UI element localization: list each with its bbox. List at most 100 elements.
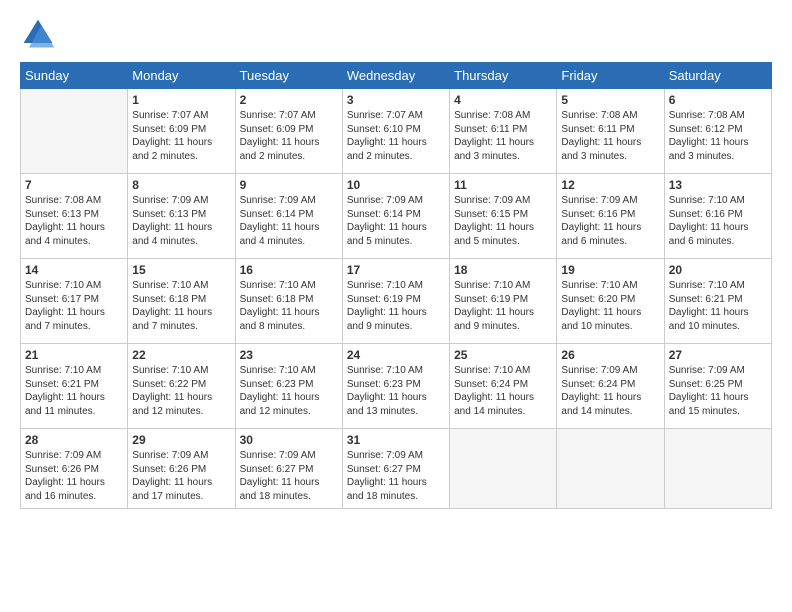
day-info: Sunrise: 7:10 AM Sunset: 6:17 PM Dayligh… xyxy=(25,279,123,333)
day-info: Sunrise: 7:10 AM Sunset: 6:19 PM Dayligh… xyxy=(347,279,445,333)
calendar-cell: 12Sunrise: 7:09 AM Sunset: 6:16 PM Dayli… xyxy=(557,174,664,259)
calendar-cell: 14 Sunrise: 7:10 AM Sunset: 6:17 PM Dayli… xyxy=(21,259,128,344)
calendar-cell xyxy=(450,429,557,509)
day-info: Sunrise: 7:09 AM Sunset: 6:15 PM Dayligh… xyxy=(454,194,552,248)
day-number: 5 xyxy=(561,93,659,107)
calendar-day-header: Saturday xyxy=(664,63,771,89)
calendar-table: SundayMondayTuesdayWednesdayThursdayFrid… xyxy=(20,62,772,509)
day-number: 4 xyxy=(454,93,552,107)
calendar-cell: 1 Sunrise: 7:07 AM Sunset: 6:09 PM Daylig… xyxy=(128,89,235,174)
day-number: 28 xyxy=(25,433,123,447)
day-info: Sunrise: 7:09 AM Sunset: 6:26 PM Dayligh… xyxy=(132,449,230,503)
day-number: 25 xyxy=(454,348,552,362)
calendar-day-header: Tuesday xyxy=(235,63,342,89)
calendar-cell: 29 Sunrise: 7:09 AM Sunset: 6:26 PM Dayli… xyxy=(128,429,235,509)
calendar-cell: 27 Sunrise: 7:09 AM Sunset: 6:25 PM Dayli… xyxy=(664,344,771,429)
day-info: Sunrise: 7:09 AM Sunset: 6:27 PM Dayligh… xyxy=(240,449,338,503)
day-info: Sunrise: 7:10 AM Sunset: 6:19 PM Dayligh… xyxy=(454,279,552,333)
logo xyxy=(20,16,62,52)
day-number: 16 xyxy=(240,263,338,277)
calendar-day-header: Wednesday xyxy=(342,63,449,89)
calendar-week-row: 14 Sunrise: 7:10 AM Sunset: 6:17 PM Dayli… xyxy=(21,259,772,344)
day-number: 13 xyxy=(669,178,767,192)
calendar-cell: 11 Sunrise: 7:09 AM Sunset: 6:15 PM Dayli… xyxy=(450,174,557,259)
calendar-cell xyxy=(664,429,771,509)
day-number: 9 xyxy=(240,178,338,192)
calendar-week-row: 7 Sunrise: 7:08 AM Sunset: 6:13 PM Daylig… xyxy=(21,174,772,259)
day-info: Sunrise: 7:08 AM Sunset: 6:12 PM Dayligh… xyxy=(669,109,767,163)
day-info: Sunrise: 7:07 AM Sunset: 6:09 PM Dayligh… xyxy=(132,109,230,163)
day-number: 26 xyxy=(561,348,659,362)
calendar-cell: 18 Sunrise: 7:10 AM Sunset: 6:19 PM Dayli… xyxy=(450,259,557,344)
day-info: Sunrise: 7:09 AM Sunset: 6:27 PM Dayligh… xyxy=(347,449,445,503)
day-number: 17 xyxy=(347,263,445,277)
calendar-week-row: 28 Sunrise: 7:09 AM Sunset: 6:26 PM Dayli… xyxy=(21,429,772,509)
day-number: 8 xyxy=(132,178,230,192)
calendar-cell: 31 Sunrise: 7:09 AM Sunset: 6:27 PM Dayli… xyxy=(342,429,449,509)
calendar-cell: 22 Sunrise: 7:10 AM Sunset: 6:22 PM Dayli… xyxy=(128,344,235,429)
day-info: Sunrise: 7:10 AM Sunset: 6:20 PM Dayligh… xyxy=(561,279,659,333)
page: SundayMondayTuesdayWednesdayThursdayFrid… xyxy=(0,0,792,519)
calendar-cell: 28 Sunrise: 7:09 AM Sunset: 6:26 PM Dayli… xyxy=(21,429,128,509)
day-number: 31 xyxy=(347,433,445,447)
day-number: 21 xyxy=(25,348,123,362)
day-number: 10 xyxy=(347,178,445,192)
calendar-cell: 19 Sunrise: 7:10 AM Sunset: 6:20 PM Dayli… xyxy=(557,259,664,344)
calendar-cell: 15Sunrise: 7:10 AM Sunset: 6:18 PM Dayli… xyxy=(128,259,235,344)
day-number: 29 xyxy=(132,433,230,447)
day-info: Sunrise: 7:08 AM Sunset: 6:11 PM Dayligh… xyxy=(454,109,552,163)
day-number: 3 xyxy=(347,93,445,107)
calendar-cell: 20Sunrise: 7:10 AM Sunset: 6:21 PM Dayli… xyxy=(664,259,771,344)
day-number: 2 xyxy=(240,93,338,107)
day-number: 27 xyxy=(669,348,767,362)
calendar-cell: 7 Sunrise: 7:08 AM Sunset: 6:13 PM Daylig… xyxy=(21,174,128,259)
calendar-cell: 17 Sunrise: 7:10 AM Sunset: 6:19 PM Dayli… xyxy=(342,259,449,344)
day-number: 30 xyxy=(240,433,338,447)
calendar-cell: 9 Sunrise: 7:09 AM Sunset: 6:14 PM Daylig… xyxy=(235,174,342,259)
day-info: Sunrise: 7:08 AM Sunset: 6:13 PM Dayligh… xyxy=(25,194,123,248)
calendar-week-row: 21Sunrise: 7:10 AM Sunset: 6:21 PM Dayli… xyxy=(21,344,772,429)
calendar-cell xyxy=(557,429,664,509)
day-info: Sunrise: 7:09 AM Sunset: 6:14 PM Dayligh… xyxy=(240,194,338,248)
day-number: 6 xyxy=(669,93,767,107)
calendar-cell: 23Sunrise: 7:10 AM Sunset: 6:23 PM Dayli… xyxy=(235,344,342,429)
calendar-cell: 6 Sunrise: 7:08 AM Sunset: 6:12 PM Daylig… xyxy=(664,89,771,174)
day-number: 24 xyxy=(347,348,445,362)
calendar-cell: 8Sunrise: 7:09 AM Sunset: 6:13 PM Daylig… xyxy=(128,174,235,259)
day-number: 19 xyxy=(561,263,659,277)
logo-icon xyxy=(20,16,56,52)
day-info: Sunrise: 7:10 AM Sunset: 6:22 PM Dayligh… xyxy=(132,364,230,418)
day-number: 18 xyxy=(454,263,552,277)
calendar-day-header: Monday xyxy=(128,63,235,89)
day-info: Sunrise: 7:09 AM Sunset: 6:26 PM Dayligh… xyxy=(25,449,123,503)
day-number: 14 xyxy=(25,263,123,277)
day-number: 7 xyxy=(25,178,123,192)
day-info: Sunrise: 7:10 AM Sunset: 6:24 PM Dayligh… xyxy=(454,364,552,418)
calendar-cell: 24Sunrise: 7:10 AM Sunset: 6:23 PM Dayli… xyxy=(342,344,449,429)
calendar-week-row: 1 Sunrise: 7:07 AM Sunset: 6:09 PM Daylig… xyxy=(21,89,772,174)
day-info: Sunrise: 7:07 AM Sunset: 6:09 PM Dayligh… xyxy=(240,109,338,163)
calendar-cell: 2 Sunrise: 7:07 AM Sunset: 6:09 PM Daylig… xyxy=(235,89,342,174)
calendar-cell: 16Sunrise: 7:10 AM Sunset: 6:18 PM Dayli… xyxy=(235,259,342,344)
calendar-cell: 4 Sunrise: 7:08 AM Sunset: 6:11 PM Daylig… xyxy=(450,89,557,174)
calendar-day-header: Sunday xyxy=(21,63,128,89)
day-info: Sunrise: 7:09 AM Sunset: 6:24 PM Dayligh… xyxy=(561,364,659,418)
calendar-day-header: Thursday xyxy=(450,63,557,89)
calendar-cell: 21Sunrise: 7:10 AM Sunset: 6:21 PM Dayli… xyxy=(21,344,128,429)
day-number: 15 xyxy=(132,263,230,277)
calendar-cell: 10Sunrise: 7:09 AM Sunset: 6:14 PM Dayli… xyxy=(342,174,449,259)
calendar-cell: 13 Sunrise: 7:10 AM Sunset: 6:16 PM Dayli… xyxy=(664,174,771,259)
day-number: 1 xyxy=(132,93,230,107)
day-number: 22 xyxy=(132,348,230,362)
calendar-cell xyxy=(21,89,128,174)
header xyxy=(20,16,772,52)
calendar-cell: 25 Sunrise: 7:10 AM Sunset: 6:24 PM Dayli… xyxy=(450,344,557,429)
day-number: 11 xyxy=(454,178,552,192)
day-info: Sunrise: 7:07 AM Sunset: 6:10 PM Dayligh… xyxy=(347,109,445,163)
day-info: Sunrise: 7:09 AM Sunset: 6:25 PM Dayligh… xyxy=(669,364,767,418)
day-number: 23 xyxy=(240,348,338,362)
day-info: Sunrise: 7:10 AM Sunset: 6:21 PM Dayligh… xyxy=(669,279,767,333)
day-info: Sunrise: 7:10 AM Sunset: 6:16 PM Dayligh… xyxy=(669,194,767,248)
calendar-cell: 26 Sunrise: 7:09 AM Sunset: 6:24 PM Dayli… xyxy=(557,344,664,429)
calendar-cell: 5Sunrise: 7:08 AM Sunset: 6:11 PM Daylig… xyxy=(557,89,664,174)
